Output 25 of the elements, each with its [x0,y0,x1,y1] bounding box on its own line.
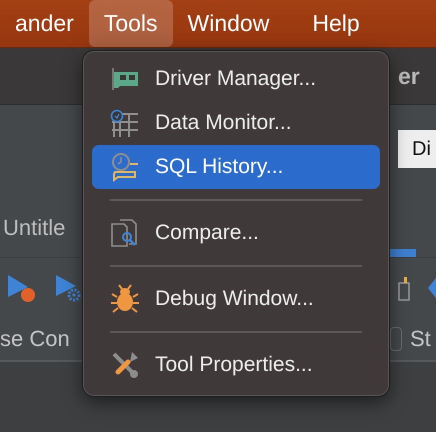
menu-title[interactable]: Window [172,0,284,47]
bug-icon [110,284,140,314]
connection-label: se Con [0,326,71,352]
compare-files-icon [110,218,140,248]
tab-indicator [388,249,416,257]
driver-card-icon [110,66,140,92]
menu-title[interactable]: ander [0,0,89,47]
checkbox-label: St [410,326,432,352]
clock-scroll-icon [110,152,140,182]
menu-item[interactable]: Debug Window... [92,277,380,321]
menu-item[interactable]: Tool Properties... [92,343,380,387]
run-settings-icon[interactable] [54,273,82,303]
editor-tab[interactable]: Untitle [3,215,66,241]
tools-icon [110,350,140,380]
menu-title[interactable]: Help [297,0,375,47]
menu-item[interactable]: SQL History... [92,145,380,189]
disconnect-button[interactable]: Di [398,130,436,168]
menu-title[interactable]: Tools [88,0,173,47]
panel-title: er [398,62,421,90]
run-icon[interactable] [6,273,36,303]
menu-item[interactable]: Data Monitor... [92,101,380,145]
document-icon[interactable] [398,275,410,301]
menu-item[interactable]: Driver Manager... [92,57,380,101]
back-arrow-icon[interactable] [428,278,436,298]
menu-item[interactable]: Compare... [92,211,380,255]
